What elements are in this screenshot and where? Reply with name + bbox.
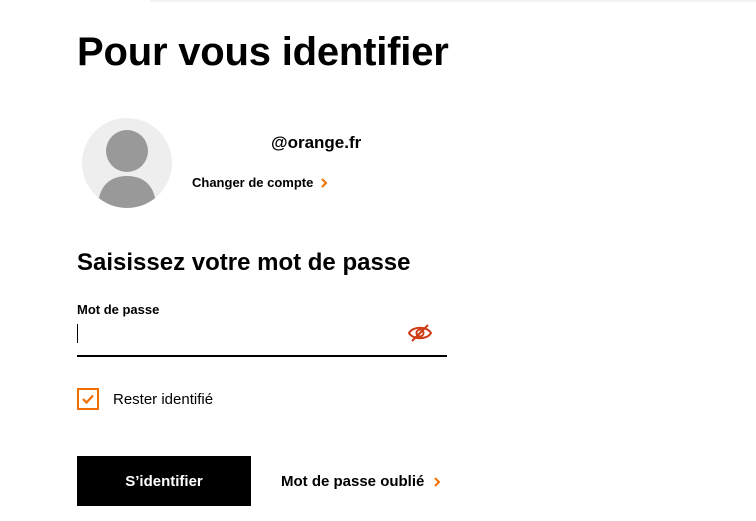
change-account-link[interactable]: Changer de compte: [192, 175, 329, 190]
chevron-right-icon: [434, 476, 441, 487]
change-account-label: Changer de compte: [192, 175, 314, 190]
chevron-right-icon: [321, 177, 328, 188]
avatar: [82, 118, 172, 208]
password-field-label: Mot de passe: [77, 302, 160, 317]
remember-me[interactable]: Rester identifié: [77, 388, 213, 410]
eye-slash-icon[interactable]: [407, 323, 433, 343]
remember-label: Rester identifié: [113, 390, 214, 408]
password-section-title: Saisissez votre mot de passe: [77, 249, 411, 276]
page-title: Pour vous identifier: [77, 30, 449, 74]
password-input[interactable]: [77, 322, 397, 350]
checkmark-icon: [82, 394, 94, 405]
forgot-password-link[interactable]: Mot de passe oublié: [281, 473, 442, 490]
top-divider: [150, 0, 756, 2]
forgot-password-label: Mot de passe oublié: [281, 473, 425, 490]
text-caret: [77, 324, 78, 343]
user-avatar-icon: [98, 130, 156, 208]
password-field: [77, 320, 447, 357]
account-email: @orange.fr: [271, 133, 362, 152]
sign-in-button[interactable]: S’identifier: [77, 456, 251, 506]
remember-checkbox[interactable]: [77, 388, 99, 410]
